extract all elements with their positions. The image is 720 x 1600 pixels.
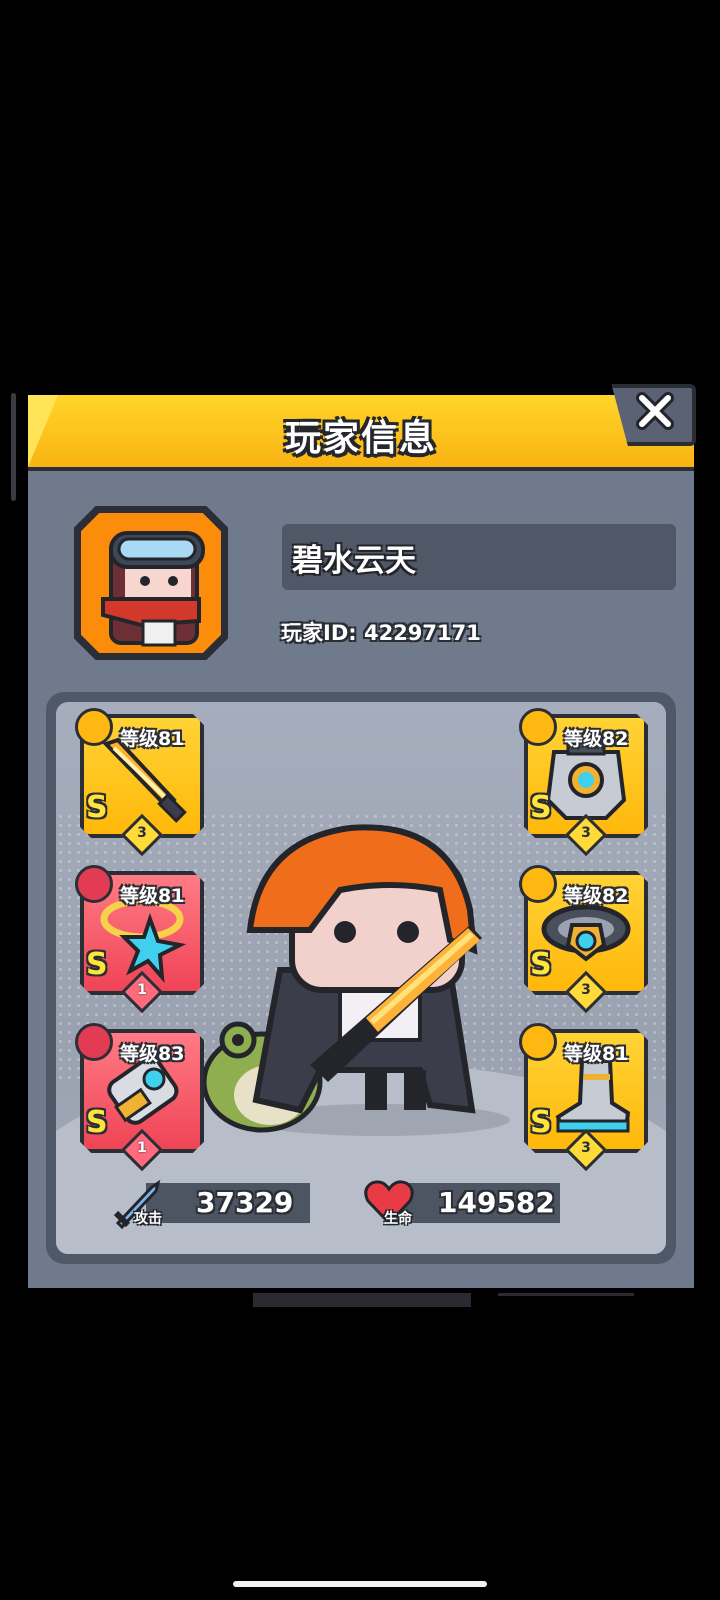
player-avatar-icon	[101, 531, 205, 647]
scroll-indicator[interactable]	[11, 393, 16, 501]
equip-slot-necklace[interactable]: 等级81 S 1	[75, 865, 204, 1014]
equip-grade: S	[86, 790, 108, 825]
health-value: 149582	[438, 1186, 555, 1219]
equip-stars: 3	[137, 825, 147, 841]
equip-stars: 3	[581, 1140, 591, 1156]
player-avatar[interactable]	[74, 506, 228, 660]
player-name: 碧水云天	[292, 543, 416, 579]
attack-label: 攻击	[134, 1211, 162, 1227]
hero-character	[201, 824, 510, 1136]
close-icon[interactable]	[636, 392, 674, 430]
equip-stars: 1	[137, 982, 147, 998]
belt-category-icon	[519, 865, 557, 903]
equip-stars: 1	[137, 1140, 147, 1156]
equip-grade: S	[530, 947, 552, 982]
bottom-divider	[498, 1293, 634, 1296]
necklace-category-icon	[75, 865, 113, 903]
equip-level: 等级82	[564, 728, 629, 750]
equip-grade: S	[530, 790, 552, 825]
equip-grade: S	[86, 947, 108, 982]
equip-stars: 3	[581, 982, 591, 998]
equip-slot-armor[interactable]: 等级82 S 3	[519, 708, 648, 857]
equip-grade: S	[86, 1105, 108, 1140]
bottom-divider	[253, 1293, 471, 1307]
weapon-category-icon	[75, 708, 113, 746]
health-label: 生命	[384, 1211, 412, 1227]
equip-slot-belt[interactable]: 等级82 S 3	[519, 865, 648, 1014]
modal-title: 玩家信息	[284, 418, 437, 459]
equip-grade: S	[530, 1105, 552, 1140]
equip-level: 等级81	[120, 885, 185, 907]
glove-category-icon	[75, 1023, 113, 1061]
equip-level: 等级83	[120, 1043, 185, 1065]
boots-category-icon	[519, 1023, 557, 1061]
player-id: 玩家ID: 42297171	[281, 621, 481, 645]
armor-category-icon	[519, 708, 557, 746]
attack-value: 37329	[196, 1186, 294, 1219]
equip-slot-weapon[interactable]: 等级81 S 3	[75, 708, 204, 857]
equip-level: 等级81	[120, 728, 185, 750]
equip-slot-boots[interactable]: 等级81 S 3	[519, 1023, 648, 1172]
equip-stars: 3	[581, 825, 591, 841]
equip-level: 等级82	[564, 885, 629, 907]
equip-slot-gloves[interactable]: 等级83 S 1	[75, 1023, 204, 1172]
equip-level: 等级81	[564, 1043, 629, 1065]
modal-header: 玩家信息	[28, 395, 694, 471]
home-indicator[interactable]	[233, 1581, 487, 1587]
